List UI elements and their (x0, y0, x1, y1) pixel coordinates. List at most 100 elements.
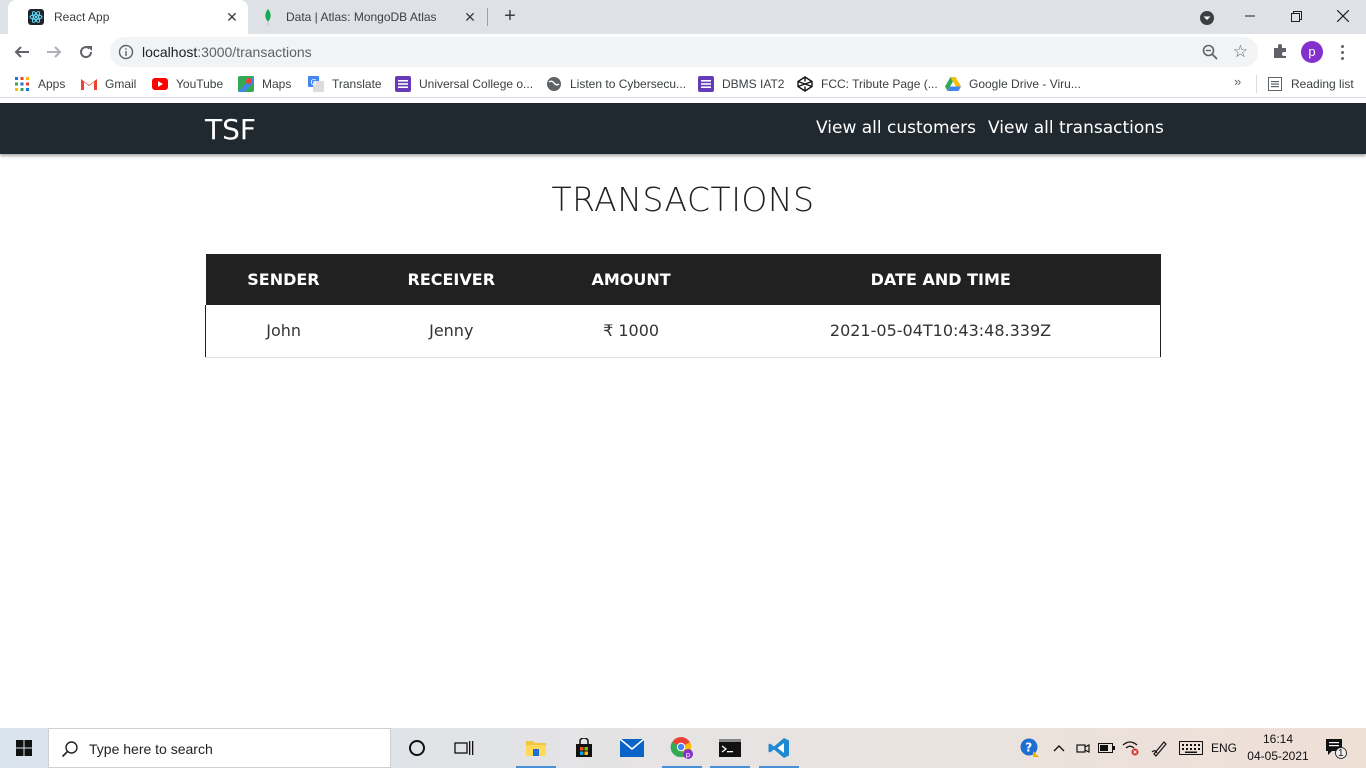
tab-mongodb-atlas[interactable]: Data | Atlas: MongoDB Atlas ✕ (240, 0, 486, 34)
reading-list-button[interactable]: Reading list (1267, 75, 1354, 93)
close-icon[interactable]: ✕ (462, 9, 478, 25)
bookmark-label: YouTube (176, 77, 224, 91)
minimize-button[interactable] (1227, 0, 1273, 32)
bookmark-label: Gmail (105, 77, 137, 91)
tab-strip: React App ✕ Data | Atlas: MongoDB Atlas … (0, 0, 1366, 34)
terminal-taskbar-button[interactable] (706, 728, 754, 768)
svg-text:p: p (686, 751, 691, 759)
back-button[interactable] (8, 38, 36, 66)
clock-date: 04-05-2021 (1247, 749, 1309, 763)
arrow-right-icon (47, 46, 62, 58)
info-icon[interactable] (118, 44, 134, 60)
start-button[interactable] (0, 728, 48, 768)
tab-title: React App (54, 10, 110, 24)
classroom-icon (395, 76, 411, 92)
battery-icon[interactable] (1097, 728, 1117, 768)
microsoft-store-button[interactable] (560, 728, 608, 768)
close-icon[interactable]: ✕ (224, 9, 240, 25)
maps-icon (238, 76, 254, 92)
close-window-button[interactable] (1320, 0, 1366, 32)
apps-grid-icon (14, 76, 30, 92)
bookmark-fcc-tribute[interactable]: FCC: Tribute Page (... (797, 75, 938, 93)
svg-text:G: G (311, 78, 317, 87)
system-clock[interactable]: 16:14 04-05-2021 (1244, 731, 1312, 765)
extensions-puzzle-icon[interactable] (1271, 42, 1289, 60)
vscode-taskbar-button[interactable] (755, 728, 803, 768)
translate-icon: G (308, 76, 324, 92)
tab-react-app[interactable]: React App ✕ (8, 0, 248, 34)
restore-button[interactable] (1273, 0, 1319, 32)
bookmark-maps[interactable]: Maps (238, 75, 291, 93)
notification-count: 1 (1338, 748, 1344, 759)
globe-icon (546, 76, 562, 92)
more-bookmarks-button[interactable]: » (1234, 74, 1241, 89)
bookmark-label: Google Drive - Viru... (969, 77, 1081, 91)
mongodb-leaf-icon (260, 9, 276, 25)
bookmarks-separator (1256, 75, 1257, 93)
bookmark-dbms-iat2[interactable]: DBMS IAT2 (698, 75, 784, 93)
task-view-button[interactable] (440, 728, 488, 768)
bookmarks-bar: Apps Gmail YouTube Maps G Translate Univ… (0, 70, 1366, 98)
mail-button[interactable] (608, 728, 656, 768)
reload-button[interactable] (72, 38, 100, 66)
bookmark-star-icon[interactable]: ☆ (1233, 42, 1248, 62)
profile-avatar[interactable]: p (1301, 41, 1323, 63)
youtube-icon (152, 76, 168, 92)
url-text: localhost:3000/transactions (142, 44, 312, 60)
table-row: John Jenny ₹ 1000 2021-05-04T10:43:48.33… (205, 305, 1161, 358)
notifications-button[interactable]: 1 (1318, 728, 1354, 768)
windows-logo-icon (16, 740, 32, 756)
bookmark-gmail[interactable]: Gmail (81, 75, 136, 93)
column-header-sender: SENDER (205, 254, 362, 305)
page-title: TRANSACTIONS (551, 180, 815, 219)
bookmark-label: Listen to Cybersecu... (570, 77, 687, 91)
tab-search-icon[interactable] (1197, 8, 1217, 28)
codepen-icon (797, 76, 813, 92)
forward-button[interactable] (40, 38, 68, 66)
reload-icon (80, 46, 93, 59)
cortana-button[interactable] (393, 728, 441, 768)
chevron-up-icon[interactable] (1050, 728, 1068, 768)
cell-sender: John (205, 305, 362, 358)
language-indicator[interactable]: ENG (1208, 728, 1240, 768)
column-header-receiver: RECEIVER (361, 254, 542, 305)
cortana-circle-icon (409, 740, 425, 756)
nav-view-all-customers[interactable]: View all customers (816, 118, 976, 138)
network-disconnected-icon[interactable] (1121, 728, 1141, 768)
mail-envelope-icon (620, 739, 644, 757)
bookmark-label: Translate (332, 77, 382, 91)
chrome-taskbar-button[interactable]: p (658, 728, 706, 768)
bookmark-label: FCC: Tribute Page (... (821, 77, 938, 91)
brand-logo[interactable]: TSF (205, 113, 256, 146)
bookmark-listen-cybersecurity[interactable]: Listen to Cybersecu... (546, 75, 686, 93)
help-tray-icon[interactable]: ? (1016, 728, 1044, 768)
file-explorer-button[interactable] (512, 728, 560, 768)
bookmark-translate[interactable]: G Translate (308, 75, 382, 93)
transactions-table: SENDER RECEIVER AMOUNT DATE AND TIME Joh… (205, 254, 1161, 358)
keyboard-icon[interactable] (1178, 728, 1204, 768)
address-bar[interactable]: localhost:3000/transactions ☆ (110, 37, 1258, 67)
nav-view-all-transactions[interactable]: View all transactions (988, 118, 1164, 138)
task-view-icon (454, 741, 474, 755)
tab-title: Data | Atlas: MongoDB Atlas (286, 10, 437, 24)
taskbar-search-box[interactable]: Type here to search (48, 728, 391, 768)
cell-amount: ₹ 1000 (541, 305, 721, 358)
new-tab-button[interactable]: + (498, 5, 522, 29)
chrome-menu-icon[interactable] (1338, 43, 1346, 61)
meet-now-icon[interactable] (1074, 728, 1092, 768)
command-prompt-icon (719, 739, 741, 757)
zoom-icon[interactable] (1202, 44, 1218, 60)
bookmark-youtube[interactable]: YouTube (152, 75, 223, 93)
bookmark-google-drive[interactable]: Google Drive - Viru... (945, 75, 1081, 93)
bookmark-label: Maps (262, 77, 292, 91)
windows-taskbar: Type here to search p ? ENG 16:14 04-05-… (0, 728, 1366, 768)
action-center-icon (1326, 739, 1347, 759)
drive-icon (945, 76, 961, 92)
react-icon (28, 9, 44, 25)
bookmark-label: Apps (38, 77, 66, 91)
browser-toolbar: localhost:3000/transactions ☆ p (0, 34, 1366, 70)
bookmark-apps[interactable]: Apps (14, 75, 65, 93)
table-header-row: SENDER RECEIVER AMOUNT DATE AND TIME (205, 254, 1161, 305)
pen-ink-icon[interactable] (1149, 728, 1171, 768)
bookmark-universal-college[interactable]: Universal College o... (395, 75, 533, 93)
